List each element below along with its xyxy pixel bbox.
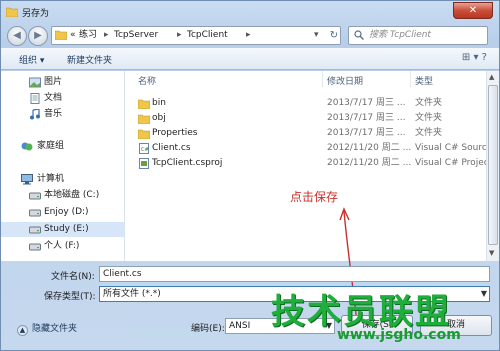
back-button[interactable]: ◀: [7, 26, 27, 46]
navigation-row: ◀ ▶ « 练习 ▸ TcpServer ▸ TcpClient ▸ ▾ ↻ 搜…: [1, 23, 499, 47]
column-header-date[interactable]: 修改日期: [327, 74, 363, 87]
vertical-scrollbar[interactable]: ▲ ▼: [486, 71, 499, 261]
scroll-up-icon[interactable]: ▲: [489, 73, 494, 81]
folder-icon: [138, 114, 150, 124]
address-bar[interactable]: « 练习 ▸ TcpServer ▸ TcpClient ▸ ▾: [51, 26, 341, 45]
folder-icon: [55, 30, 67, 40]
breadcrumb-separator[interactable]: ▸: [104, 27, 109, 44]
annotation-text: 点击保存: [290, 190, 339, 204]
drive-icon: [29, 209, 41, 217]
sidebar-item-pictures[interactable]: 图片: [1, 75, 124, 90]
title-bar: 另存为 ✕: [1, 1, 499, 23]
close-button[interactable]: ✕: [453, 2, 493, 19]
file-row[interactable]: bin 2013/7/17 周三 ... 文件夹: [126, 96, 486, 111]
file-row[interactable]: C# Client.cs 2012/11/20 周二 ... Visual C#…: [126, 141, 486, 156]
refresh-icon[interactable]: ↻: [327, 27, 341, 44]
pictures-icon: [29, 77, 41, 88]
sidebar-item-documents[interactable]: 文档: [1, 91, 124, 106]
file-row[interactable]: Properties 2013/7/17 周三 ... 文件夹: [126, 126, 486, 141]
folder-icon: [138, 129, 150, 139]
watermark-logo: 技术员联盟: [271, 292, 451, 332]
sidebar-item-music[interactable]: 音乐: [1, 107, 124, 122]
toolbar: 组织 ▾ 新建文件夹 ⊞ ▾ ?: [1, 48, 499, 70]
svg-text:C#: C#: [141, 147, 149, 153]
breadcrumb-separator[interactable]: ▸: [177, 27, 182, 44]
csproj-file-icon: [139, 158, 149, 169]
scroll-down-icon[interactable]: ▼: [489, 249, 494, 257]
sidebar-item-computer[interactable]: 计算机: [1, 172, 124, 187]
sidebar-item-drive-d[interactable]: Enjoy (D:): [1, 205, 124, 220]
folder-icon: [6, 7, 18, 17]
csharp-file-icon: C#: [139, 143, 149, 154]
filename-input[interactable]: Client.cs: [99, 266, 490, 282]
file-row[interactable]: TcpClient.csproj 2012/11/20 周二 ... Visua…: [126, 156, 486, 171]
sidebar-item-drive-f[interactable]: 个人 (F:): [1, 239, 124, 254]
scrollbar-thumb[interactable]: [488, 85, 498, 245]
column-header-name[interactable]: 名称: [138, 74, 156, 87]
sidebar-item-drive-c[interactable]: 本地磁盘 (C:): [1, 188, 124, 203]
watermark-url: www.jsgho.com: [337, 327, 461, 343]
homegroup-icon: [21, 142, 33, 151]
search-icon: [354, 30, 364, 40]
navigation-sidebar: 图片 文档 音乐 家庭组 计算机 本地磁盘 (C:) Enjoy (D:) St…: [1, 71, 125, 261]
save-as-dialog: 另存为 ✕ ◀ ▶ « 练习 ▸ TcpServer ▸ TcpClient ▸…: [0, 0, 500, 351]
address-dropdown-icon[interactable]: ▾: [314, 27, 319, 44]
new-folder-button[interactable]: 新建文件夹: [67, 53, 112, 66]
documents-icon: [30, 93, 40, 104]
chevron-up-icon: ▲: [17, 325, 28, 336]
drive-icon: [29, 243, 41, 251]
encoding-label: 编码(E):: [191, 324, 225, 334]
breadcrumb-segment[interactable]: TcpServer: [114, 27, 158, 44]
drive-icon: [29, 192, 41, 200]
file-list: 名称 修改日期 类型 bin 2013/7/17 周三 ... 文件夹 obj …: [126, 71, 486, 261]
folder-icon: [138, 99, 150, 109]
filename-label: 文件名(N):: [51, 272, 95, 282]
forward-button[interactable]: ▶: [28, 26, 48, 46]
music-icon: [30, 109, 40, 120]
breadcrumb-segment[interactable]: 练习: [79, 27, 97, 44]
view-options-button[interactable]: ⊞ ▾ ?: [462, 52, 487, 63]
file-row[interactable]: obj 2013/7/17 周三 ... 文件夹: [126, 111, 486, 126]
breadcrumb-separator[interactable]: ▸: [246, 27, 251, 44]
content-pane: 图片 文档 音乐 家庭组 计算机 本地磁盘 (C:) Enjoy (D:) St…: [1, 71, 499, 261]
sidebar-item-drive-e[interactable]: Study (E:): [1, 222, 124, 237]
drive-icon: [29, 226, 41, 234]
column-divider[interactable]: [322, 71, 323, 87]
window-title: 另存为: [22, 9, 50, 19]
computer-icon: [21, 174, 33, 185]
chevron-down-icon[interactable]: ▼: [481, 287, 487, 301]
breadcrumb-prefix[interactable]: «: [70, 27, 76, 44]
organize-button[interactable]: 组织 ▾: [19, 53, 44, 66]
column-header-type[interactable]: 类型: [415, 74, 433, 87]
breadcrumb-segment[interactable]: TcpClient: [187, 27, 228, 44]
sidebar-item-homegroup[interactable]: 家庭组: [1, 139, 124, 154]
hide-folders-toggle[interactable]: ▲ 隐藏文件夹: [17, 321, 77, 336]
save-type-label: 保存类型(T):: [44, 292, 96, 302]
column-divider[interactable]: [410, 71, 411, 87]
search-input[interactable]: 搜索 TcpClient: [348, 26, 488, 45]
